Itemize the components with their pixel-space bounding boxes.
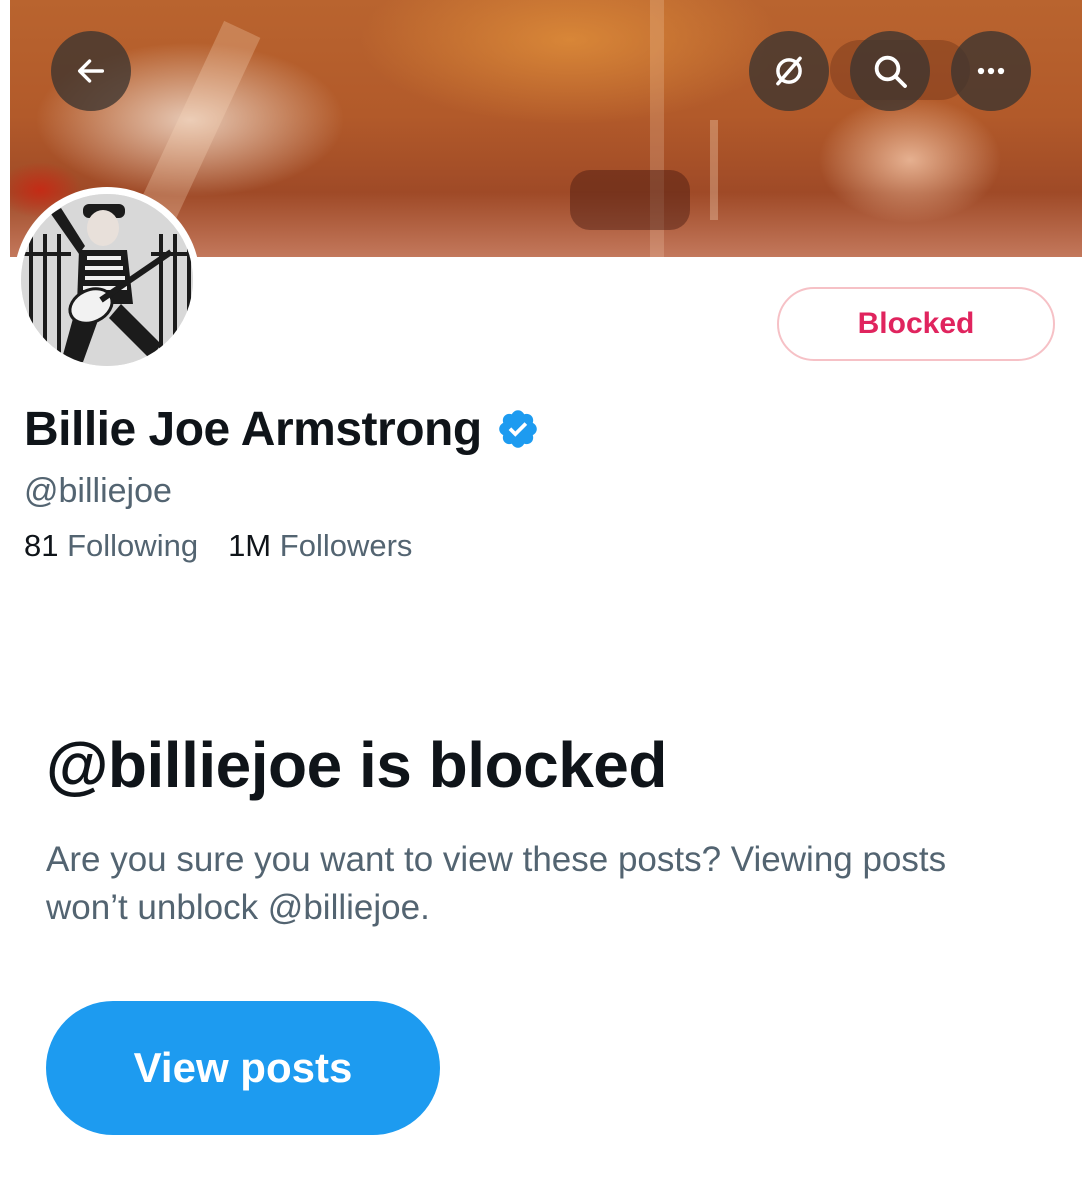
view-posts-label: View posts bbox=[133, 1044, 353, 1091]
followers-label: Followers bbox=[279, 528, 413, 563]
eye-slash-icon bbox=[776, 56, 802, 86]
following-count: 81 bbox=[24, 528, 59, 563]
back-button[interactable] bbox=[51, 31, 131, 111]
blocked-button-label: Blocked bbox=[857, 307, 975, 340]
more-button[interactable] bbox=[951, 31, 1031, 111]
avatar[interactable] bbox=[14, 187, 200, 373]
search-button[interactable] bbox=[850, 31, 930, 111]
search-icon bbox=[874, 55, 907, 88]
profile-name-row: Billie Joe Armstrong bbox=[24, 398, 540, 460]
following-label: Following bbox=[67, 528, 199, 563]
hide-posts-button[interactable] bbox=[749, 31, 829, 111]
profile-handle: @billiejoe bbox=[24, 472, 172, 510]
view-posts-button[interactable]: View posts bbox=[46, 1001, 440, 1135]
more-horizontal-icon bbox=[977, 67, 1005, 75]
following-link[interactable]: 81 Following bbox=[24, 528, 198, 563]
display-name: Billie Joe Armstrong bbox=[24, 402, 482, 456]
verified-badge-icon bbox=[498, 410, 537, 448]
followers-count: 1M bbox=[228, 528, 272, 563]
blocked-title: @billiejoe is blocked bbox=[46, 729, 667, 801]
blocked-description: Are you sure you want to view these post… bbox=[46, 840, 947, 927]
arrow-left-icon bbox=[77, 59, 105, 83]
followers-link[interactable]: 1M Followers bbox=[228, 528, 412, 563]
profile-stats: 81 Following 1M Followers bbox=[24, 528, 412, 564]
blocked-button[interactable]: Blocked bbox=[777, 287, 1055, 361]
avatar-image bbox=[21, 194, 193, 366]
